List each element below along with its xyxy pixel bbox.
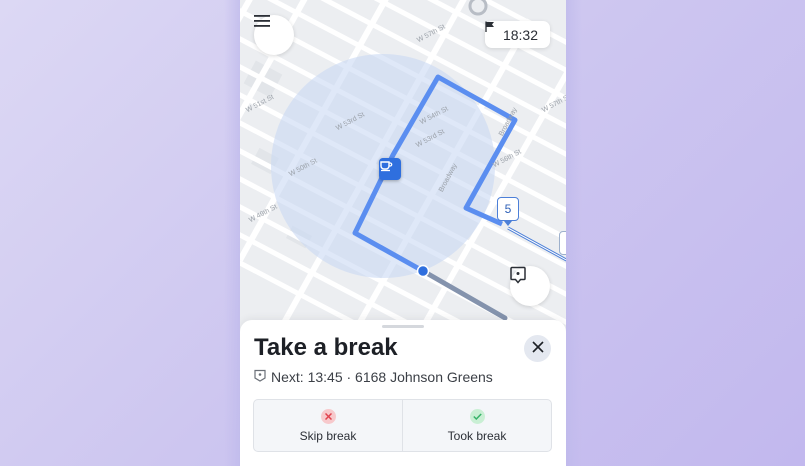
next-stop-info: Next: 13:45 · 6168 Johnson Greens bbox=[254, 369, 493, 385]
report-issue-button[interactable] bbox=[510, 266, 550, 306]
close-button[interactable] bbox=[524, 335, 551, 362]
skip-break-button[interactable]: Skip break bbox=[254, 400, 402, 451]
break-actions: Skip break Took break bbox=[253, 399, 552, 452]
took-break-button[interactable]: Took break bbox=[402, 400, 551, 451]
stop-marker-next[interactable] bbox=[559, 231, 566, 255]
sheet-title: Take a break bbox=[254, 334, 398, 361]
phone-screen: W 57th St W 57th St W 56th St W 54th St … bbox=[240, 0, 566, 466]
location-marker-icon bbox=[254, 369, 266, 385]
eta-pill[interactable]: 18:32 bbox=[485, 21, 550, 48]
current-location-dot bbox=[416, 264, 430, 278]
x-circle-icon bbox=[320, 408, 336, 424]
break-location-pin[interactable] bbox=[379, 158, 401, 180]
eta-time: 18:32 bbox=[502, 26, 539, 43]
map-view[interactable]: W 57th St W 57th St W 56th St W 54th St … bbox=[240, 0, 566, 330]
skip-break-label: Skip break bbox=[299, 428, 357, 443]
stop-marker[interactable]: 5 bbox=[497, 197, 519, 226]
check-circle-icon bbox=[469, 408, 485, 424]
next-stop-text: Next: 13:45 · 6168 Johnson Greens bbox=[271, 369, 493, 385]
close-icon bbox=[531, 340, 544, 358]
menu-button[interactable] bbox=[254, 15, 294, 55]
phone-shadow-left bbox=[224, 0, 240, 466]
break-bottom-sheet: Take a break Next: 13:45 · 6168 Johnson … bbox=[240, 320, 566, 466]
sheet-drag-handle[interactable] bbox=[382, 325, 424, 328]
took-break-label: Took break bbox=[447, 428, 507, 443]
phone-shadow-right bbox=[566, 0, 582, 466]
